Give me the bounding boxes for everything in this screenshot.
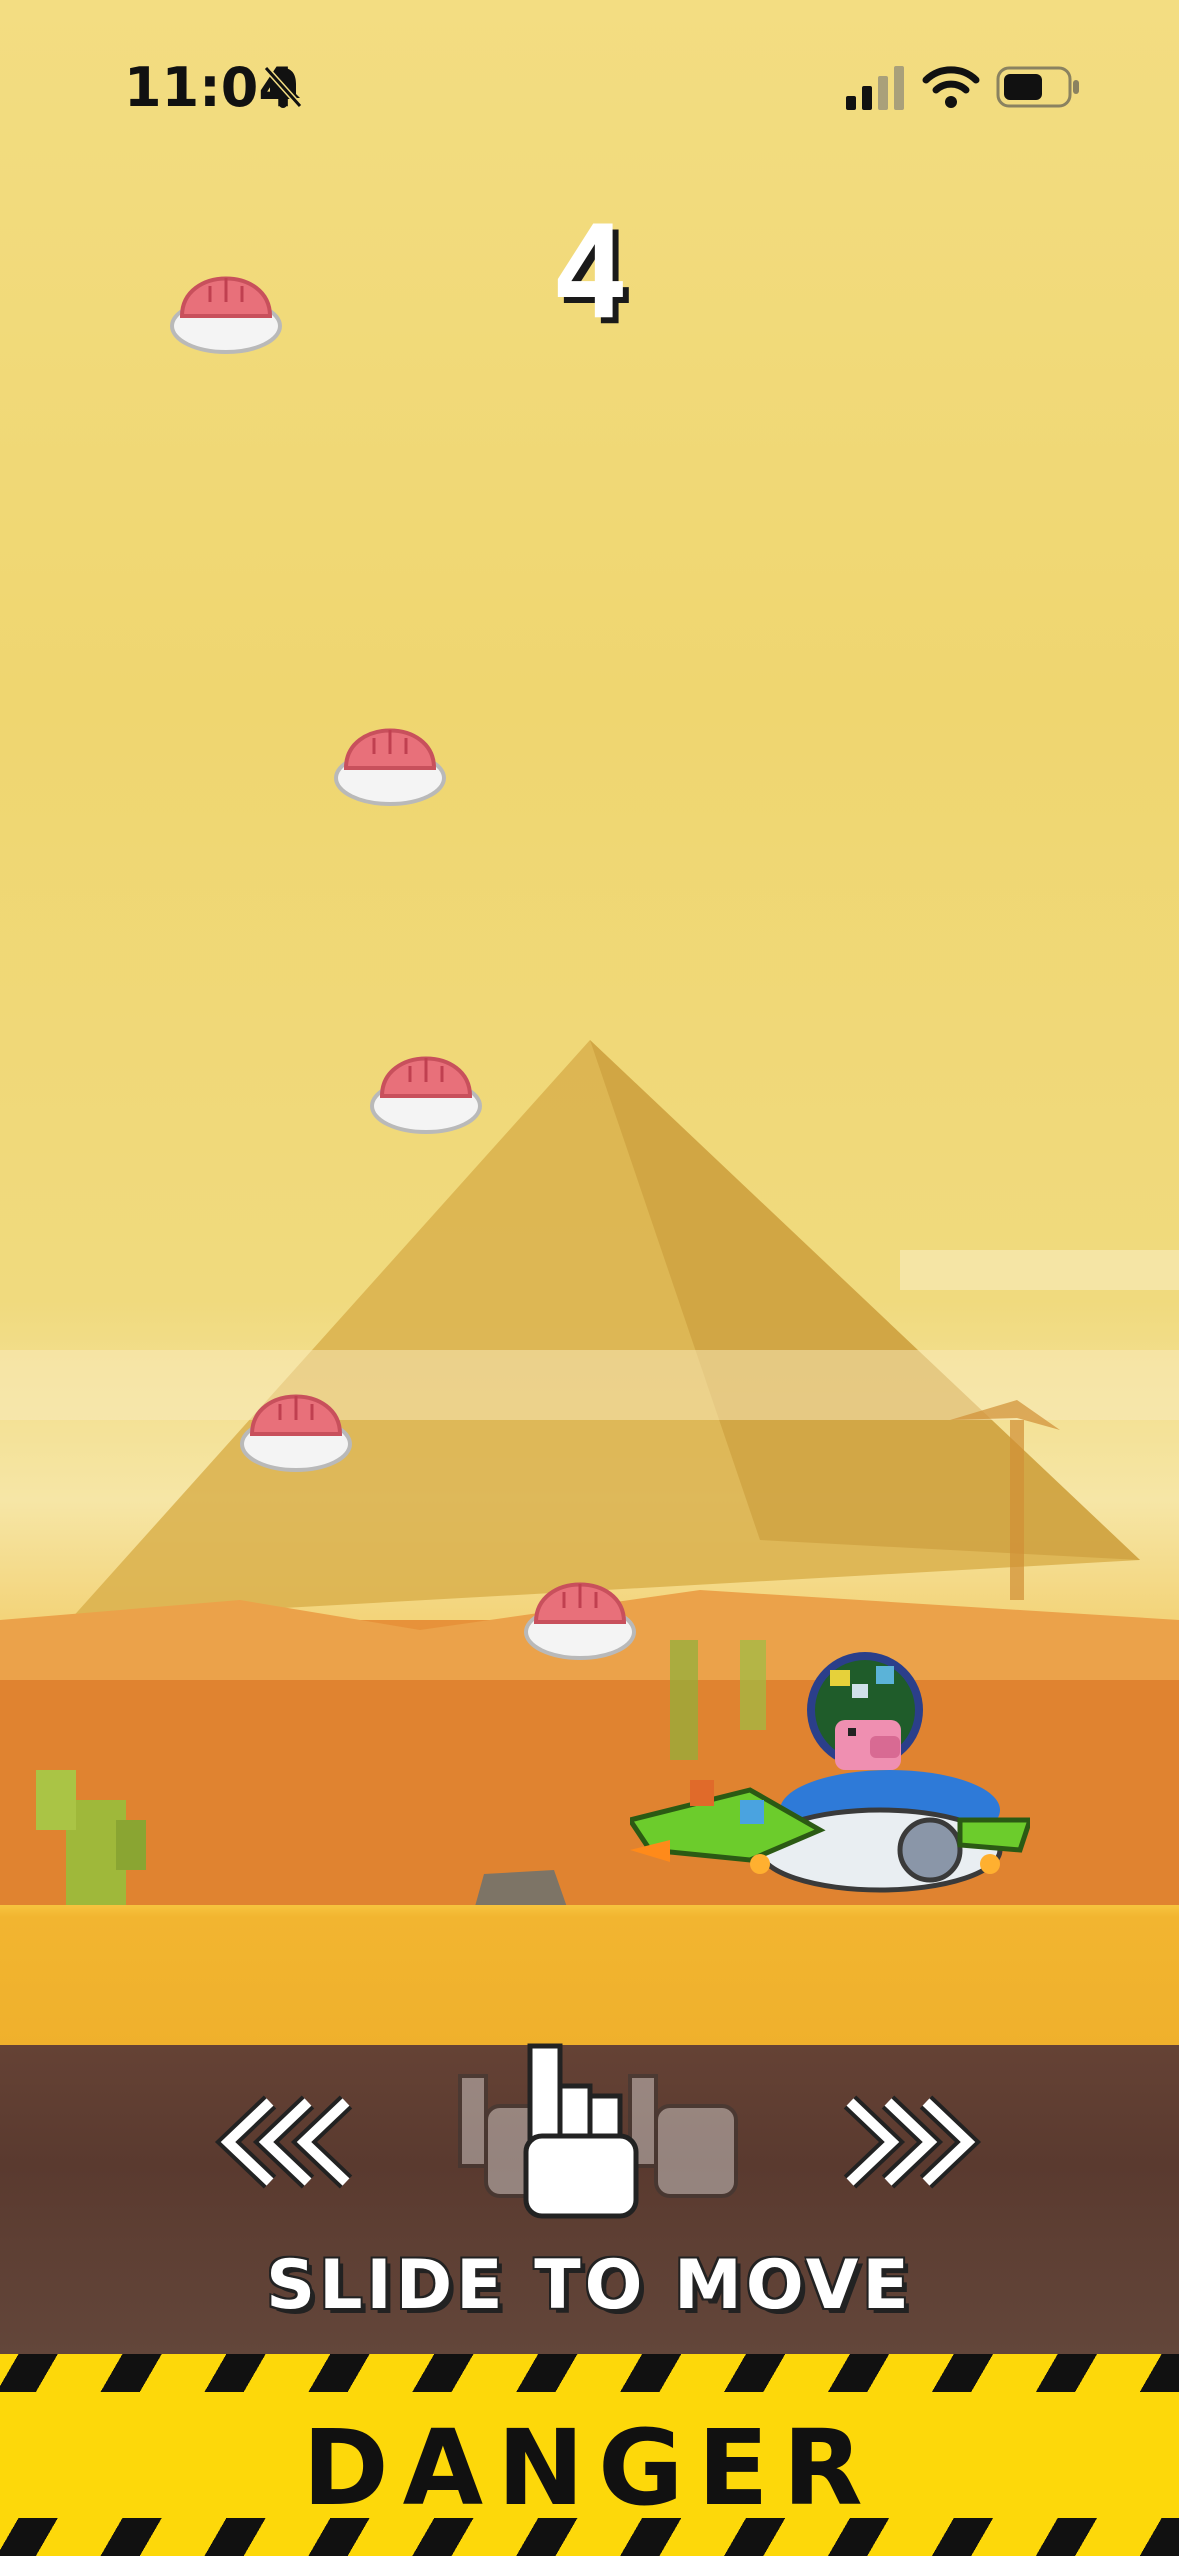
right-arrows-icon (843, 2095, 982, 2189)
danger-label: DANGER (302, 2407, 877, 2529)
pig-pilot-spaceship[interactable] (630, 1640, 1030, 1910)
pointing-hand-icon (458, 2043, 738, 2219)
hazard-stripes-bottom (0, 2518, 1179, 2556)
left-arrows-icon (214, 2095, 353, 2189)
pink-shell-icon (240, 1394, 352, 1472)
wifi-icon (922, 66, 980, 108)
danger-banner: DANGER (0, 2354, 1179, 2556)
pink-shell-icon (334, 728, 446, 806)
pink-shell-icon (370, 1056, 482, 1134)
score-counter: 4 (551, 199, 629, 348)
battery-icon (996, 66, 1079, 108)
hazard-stripes-top (0, 2354, 1179, 2392)
pink-shell-icon (524, 1582, 636, 1660)
pyramid-background (0, 1040, 1179, 1620)
game-stage[interactable]: 11:04 4 SLIDE TO MOVE DANGER (0, 0, 1179, 2556)
pink-shell-icon (170, 276, 282, 354)
cactus-icon (36, 1770, 146, 1910)
slide-to-move-hint: SLIDE TO MOVE (266, 2246, 913, 2325)
rock-icon (474, 1870, 568, 1910)
muted-bell-icon (263, 65, 303, 109)
cellular-signal-icon (846, 66, 904, 110)
